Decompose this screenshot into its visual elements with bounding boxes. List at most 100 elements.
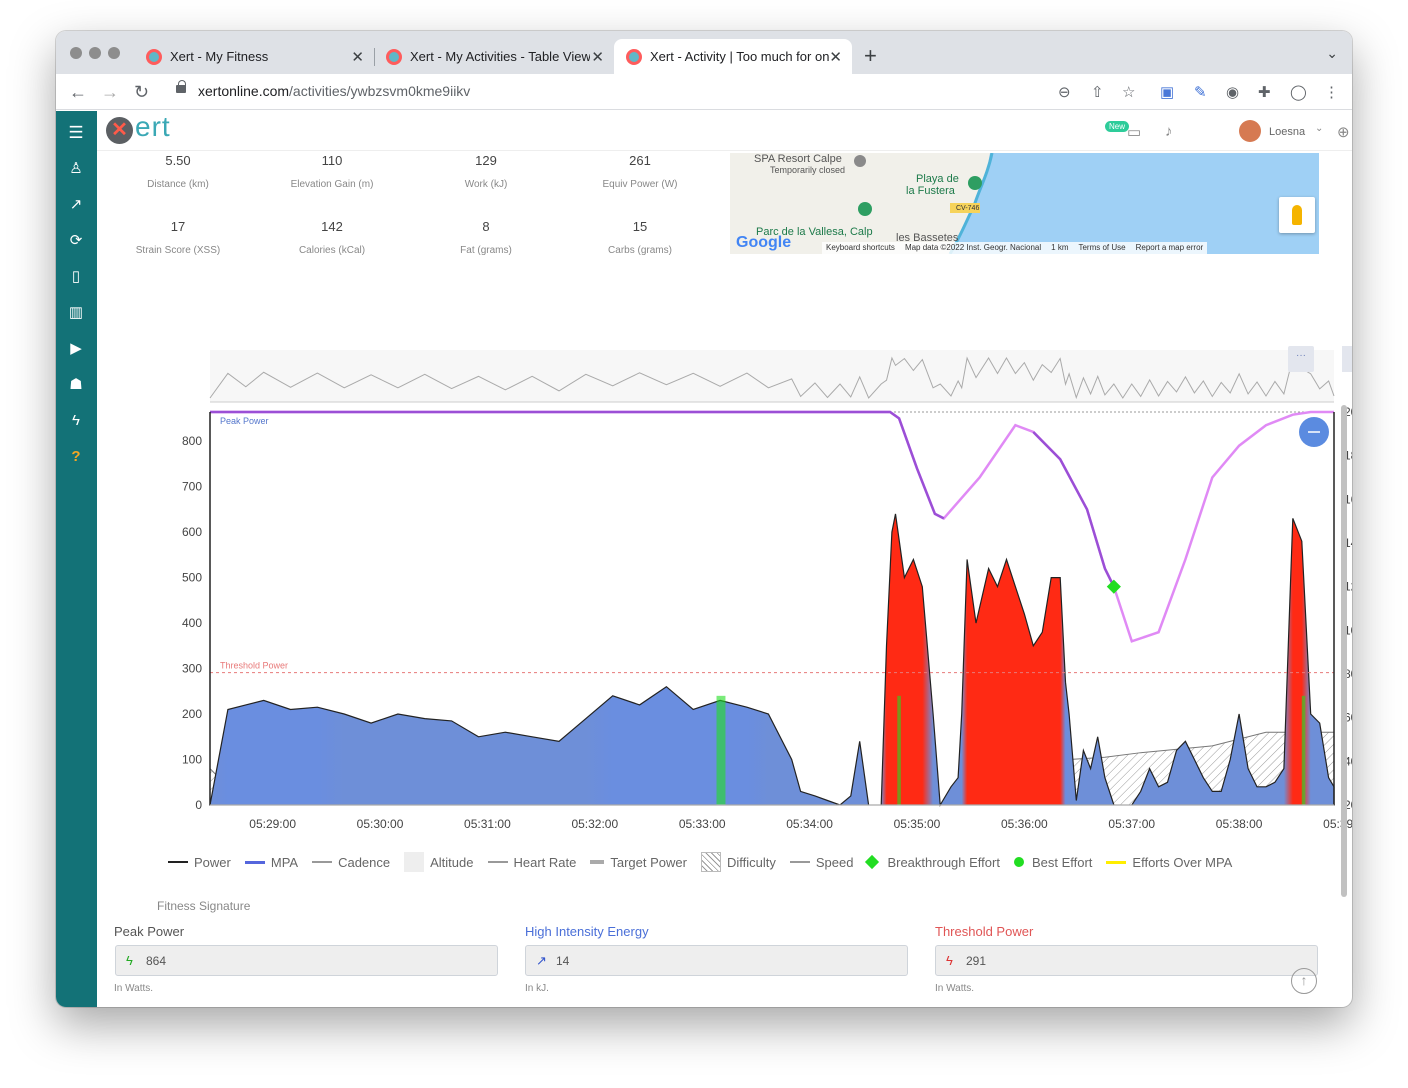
browser-menu-icon[interactable]: ⋮ — [1324, 83, 1339, 101]
tab-my-fitness[interactable]: Xert - My Fitness ✕ — [134, 39, 374, 74]
map-label: Temporarily closed — [770, 165, 846, 175]
y-left-tick-label: 0 — [195, 798, 202, 812]
help-icon[interactable]: ? — [67, 448, 85, 466]
lightning-icon: ϟ — [126, 953, 133, 968]
y-left-tick-label: 600 — [182, 525, 202, 539]
x-tick-label: 05:30:00 — [357, 817, 404, 831]
activity-chart[interactable]: Threshold Power Peak Power 0 100 200 300 400 50… — [112, 311, 1352, 831]
page-scrollbar[interactable] — [1341, 405, 1347, 897]
legend-line-icon — [789, 861, 810, 863]
reload-icon[interactable]: ↻ — [134, 82, 149, 103]
mobile-icon[interactable]: ▯ — [67, 268, 85, 286]
hie-field[interactable]: ↗ 14 — [525, 945, 908, 976]
x-tick-label: 05:31:00 — [464, 817, 511, 831]
close-tab-icon[interactable]: ✕ — [351, 48, 364, 66]
mpa-line-depleting — [210, 410, 945, 520]
legend-difficulty[interactable]: Difficulty — [700, 852, 776, 872]
terms-link[interactable]: Terms of Use — [1078, 243, 1125, 253]
extensions-puzzle-icon[interactable]: ✚ — [1258, 83, 1271, 101]
report-error-link[interactable]: Report a map error — [1136, 243, 1204, 253]
lightning-icon[interactable]: ϟ — [67, 412, 85, 430]
avatar[interactable] — [1239, 120, 1261, 142]
route-map[interactable]: SPA Resort Calpe Temporarily closed Play… — [730, 153, 1319, 254]
y-left-tick-label: 100 — [182, 753, 202, 767]
map-footer: Keyboard shortcuts Map data ©2022 Inst. … — [822, 242, 1208, 254]
zoom-icon[interactable]: ⊖ — [1058, 83, 1071, 101]
chevron-down-icon[interactable]: ⌄ — [1315, 123, 1323, 134]
fitness-signature-title: Fitness Signature — [157, 899, 251, 913]
tab-activity[interactable]: Xert - Activity | Too much for one ✕ — [614, 39, 852, 74]
user-icon[interactable]: ♙ — [67, 160, 85, 178]
back-arrow-icon[interactable]: ← — [69, 82, 87, 103]
stat-value: 129 — [475, 153, 497, 168]
map-data-text: Map data ©2022 Inst. Geogr. Nacional — [904, 243, 1042, 252]
chart-navigator[interactable] — [209, 350, 1335, 403]
legend-target-power[interactable]: Target Power — [590, 855, 687, 870]
xert-favicon-icon — [626, 48, 642, 65]
legend-line-icon — [590, 860, 605, 864]
legend-best-effort[interactable]: Best Effort — [1013, 855, 1092, 870]
pen-extension-icon[interactable]: ✎ — [1194, 83, 1207, 101]
video-icon[interactable]: ▭ — [1127, 123, 1141, 141]
xert-favicon-icon — [386, 48, 402, 65]
legend-efforts-over-mpa[interactable]: Efforts Over MPA — [1106, 855, 1232, 870]
close-window-button[interactable] — [70, 47, 82, 59]
keyboard-shortcuts-link[interactable]: Keyboard shortcuts — [826, 243, 895, 253]
ublock-extension-icon[interactable]: ◉ — [1226, 83, 1239, 101]
scroll-to-top-icon[interactable]: ↑ — [1291, 968, 1317, 994]
xert-logo-icon[interactable]: ✕ — [106, 117, 133, 144]
hamburger-menu-icon[interactable]: ☰ — [67, 124, 85, 142]
legend-line-icon — [487, 861, 508, 863]
map-label: la Fustera — [906, 185, 955, 197]
maximize-window-button[interactable] — [108, 47, 120, 59]
chart-options-button[interactable] — [1342, 346, 1352, 372]
effort-marker — [897, 695, 901, 805]
legend-line-icon — [168, 861, 188, 863]
app-sidebar: ☰ ♙ ↗ ⟳ ▯ ▥ ▶ ☗ ϟ ? — [56, 111, 97, 1007]
legend-mpa[interactable]: MPA — [244, 855, 298, 870]
profile-icon[interactable]: ◯ — [1290, 83, 1307, 101]
bookmark-star-icon[interactable]: ☆ — [1122, 83, 1135, 101]
progress-chart-icon[interactable]: ↗ — [67, 196, 85, 214]
notification-bell-icon[interactable]: ♪ — [1165, 123, 1173, 140]
tab-search-chevron-icon[interactable]: ⌄ — [1326, 45, 1338, 62]
group-icon[interactable]: ☗ — [67, 376, 85, 394]
legend-heart-rate[interactable]: Heart Rate — [487, 855, 576, 870]
share-icon[interactable]: ⇧ — [1091, 83, 1104, 101]
legend-altitude[interactable]: Altitude — [404, 852, 474, 872]
peak-power-field[interactable]: ϟ 864 — [115, 945, 498, 976]
username[interactable]: Loesna — [1269, 126, 1305, 138]
diamond-icon — [865, 854, 880, 870]
threshold-power-field[interactable]: ϟ 291 — [935, 945, 1318, 976]
x-tick-label: 05:29:00 — [249, 817, 296, 831]
legend-breakthrough[interactable]: Breakthrough Effort — [865, 854, 1000, 870]
y-left-tick-label: 300 — [182, 662, 202, 676]
peak-power-label: Peak Power — [220, 416, 269, 426]
tab-my-activities[interactable]: Xert - My Activities - Table View ✕ — [374, 39, 614, 74]
stat-value: 8 — [482, 219, 490, 234]
legend-line-icon — [244, 860, 265, 864]
stat-label: Strain Score (XSS) — [135, 245, 221, 256]
y-left-tick-label: 700 — [182, 480, 202, 494]
lock-icon — [176, 80, 186, 93]
street-view-pegman-icon[interactable] — [1279, 197, 1315, 233]
translate-extension-icon[interactable]: ▣ — [1160, 83, 1174, 101]
chart-menu-button[interactable]: ··· — [1288, 346, 1314, 372]
play-icon[interactable]: ▶ — [67, 340, 85, 358]
close-tab-icon[interactable]: ✕ — [829, 48, 842, 66]
minimize-window-button[interactable] — [89, 47, 101, 59]
legend-cadence[interactable]: Cadence — [312, 855, 390, 870]
threshold-power-label: Threshold Power — [935, 924, 1034, 939]
threshold-power-label: Threshold Power — [220, 661, 288, 671]
close-tab-icon[interactable]: ✕ — [591, 48, 604, 66]
new-tab-icon[interactable]: + — [864, 43, 877, 69]
sync-icon[interactable]: ⟳ — [67, 232, 85, 250]
add-circle-icon[interactable]: ⊕ — [1337, 123, 1350, 141]
bar-chart-icon[interactable]: ▥ — [67, 304, 85, 322]
legend-power[interactable]: Power — [168, 855, 231, 870]
stat-label: Elevation Gain (m) — [290, 179, 374, 190]
x-tick-label: 05:35:00 — [894, 817, 941, 831]
legend-speed[interactable]: Speed — [789, 855, 853, 870]
x-tick-label: 05:33:00 — [679, 817, 726, 831]
forward-arrow-icon[interactable]: → — [101, 82, 119, 103]
